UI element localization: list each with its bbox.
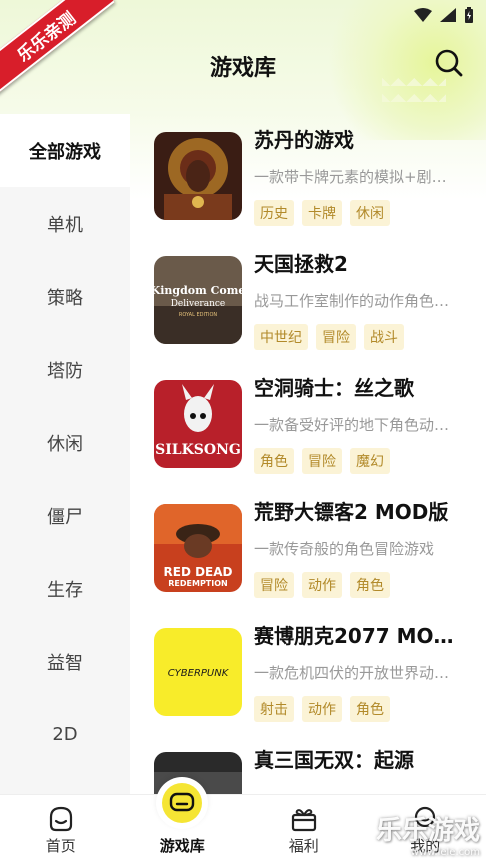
game-tag: 历史 xyxy=(254,200,294,226)
game-description: 一款带卡牌元素的模拟+剧… xyxy=(254,168,447,186)
game-tag: 动作 xyxy=(302,572,342,598)
nav-label: 福利 xyxy=(288,837,319,855)
cover-text-line1: CYBERPUNK xyxy=(168,668,230,679)
game-tag: 冒险 xyxy=(254,572,294,598)
cover-text-line1: Kingdom Come xyxy=(154,284,242,297)
game-tag: 冒险 xyxy=(302,448,342,474)
game-cover: Kingdom Come Deliverance ROYAL EDITION xyxy=(154,256,242,344)
game-description: 战马工作室制作的动作角色… xyxy=(254,292,450,310)
game-tags: 冒险 动作 角色 xyxy=(254,572,390,598)
game-tag: 角色 xyxy=(254,448,294,474)
game-tag: 角色 xyxy=(350,696,390,722)
game-tags: 历史 卡牌 休闲 xyxy=(254,200,390,226)
sidebar-item-casual[interactable]: 休闲 xyxy=(0,406,130,479)
game-tag: 战斗 xyxy=(364,324,404,350)
game-tag: 卡牌 xyxy=(302,200,342,226)
game-tag: 休闲 xyxy=(350,200,390,226)
game-cover xyxy=(154,132,242,220)
sidebar-item-label: 生存 xyxy=(47,579,83,601)
cover-text-line2: Deliverance xyxy=(171,299,226,309)
sidebar-item-label: 单机 xyxy=(47,214,83,236)
game-tags: 中世纪 冒险 战斗 xyxy=(254,324,404,350)
sidebar-item-label: 策略 xyxy=(47,287,83,309)
gift-icon xyxy=(291,809,316,832)
game-cover: CYBERPUNK xyxy=(154,628,242,716)
cover-text-line2: REDEMPTION xyxy=(168,579,227,588)
game-title: 苏丹的游戏 xyxy=(254,128,354,152)
game-tag: 中世纪 xyxy=(254,324,308,350)
cover-text-line1: RED DEAD xyxy=(164,565,233,579)
game-list-item[interactable]: Kingdom Come Deliverance ROYAL EDITION 天… xyxy=(154,238,474,350)
wifi-icon xyxy=(414,8,432,22)
sidebar-item-label: 僵尸 xyxy=(47,506,83,528)
game-title: 空洞骑士：丝之歌 xyxy=(254,376,414,400)
game-title: 荒野大镖客2 MOD版 xyxy=(254,500,449,524)
sidebar-item-all[interactable]: 全部游戏 xyxy=(0,114,130,187)
nav-label: 我的 xyxy=(410,837,441,855)
home-face-icon xyxy=(49,806,72,832)
page-title: 游戏库 xyxy=(209,56,276,81)
sidebar-item-label: 益智 xyxy=(47,652,83,674)
game-tag: 动作 xyxy=(302,696,342,722)
sidebar-item-zombie[interactable]: 僵尸 xyxy=(0,479,130,552)
profile-icon xyxy=(415,806,436,828)
game-description: 一款传奇般的角色冒险游戏 xyxy=(254,540,435,558)
bottom-navigation: 首页 游戏库 福利 我的 xyxy=(0,777,486,864)
nav-label: 游戏库 xyxy=(159,837,205,855)
sidebar-item-label: 休闲 xyxy=(47,433,83,455)
game-list-item[interactable]: RED DEAD REDEMPTION 荒野大镖客2 MOD版 一款传奇般的角色… xyxy=(154,486,474,598)
gamepad-icon xyxy=(170,792,195,812)
game-tag: 冒险 xyxy=(316,324,356,350)
cover-text-line3: ROYAL EDITION xyxy=(179,312,218,318)
nav-profile[interactable]: 我的 xyxy=(365,795,486,864)
game-list: 苏丹的游戏 一款带卡牌元素的模拟+剧… 历史 卡牌 休闲 Kingdom Com… xyxy=(130,114,486,794)
sidebar-item-2d[interactable]: 2D xyxy=(0,698,130,771)
game-title: 赛博朋克2077 MOD… xyxy=(254,624,464,648)
nav-welfare[interactable]: 福利 xyxy=(243,795,365,864)
battery-icon xyxy=(465,7,473,23)
search-button[interactable] xyxy=(434,48,464,78)
game-tag: 射击 xyxy=(254,696,294,722)
game-cover: SILKSONG xyxy=(154,380,242,468)
status-bar xyxy=(414,0,474,30)
sidebar-item-strategy[interactable]: 策略 xyxy=(0,260,130,333)
game-list-item[interactable]: SILKSONG 空洞骑士：丝之歌 一款备受好评的地下角色动… 角色 冒险 魔幻 xyxy=(154,362,474,474)
sidebar-item-survival[interactable]: 生存 xyxy=(0,552,130,625)
signal-icon xyxy=(440,8,456,22)
game-description: 一款备受好评的地下角色动… xyxy=(254,416,450,434)
game-description: 一款危机四伏的开放世界动… xyxy=(254,664,450,682)
game-tag: 角色 xyxy=(350,572,390,598)
sidebar-item-label: 全部游戏 xyxy=(29,141,101,163)
cover-text-line1: SILKSONG xyxy=(155,442,241,458)
sidebar-item-label: 塔防 xyxy=(47,360,83,382)
game-list-item[interactable]: 真三国无双：起源 xyxy=(154,734,474,794)
nav-active-indicator xyxy=(156,777,209,829)
search-icon xyxy=(435,49,463,77)
game-title: 真三国无双：起源 xyxy=(254,748,414,772)
game-list-item[interactable]: 苏丹的游戏 一款带卡牌元素的模拟+剧… 历史 卡牌 休闲 xyxy=(154,114,474,226)
nav-label: 首页 xyxy=(45,837,76,855)
game-cover: RED DEAD REDEMPTION xyxy=(154,504,242,592)
sidebar-item-label: 2D xyxy=(52,724,78,745)
nav-home[interactable]: 首页 xyxy=(0,795,122,864)
game-tags: 射击 动作 角色 xyxy=(254,696,390,722)
game-list-item[interactable]: CYBERPUNK 赛博朋克2077 MOD… 一款危机四伏的开放世界动… 射击… xyxy=(154,610,474,722)
nav-game-library[interactable]: 游戏库 xyxy=(122,777,244,864)
sidebar-item-tower-defense[interactable]: 塔防 xyxy=(0,333,130,406)
game-tags: 角色 冒险 魔幻 xyxy=(254,448,390,474)
category-sidebar: 全部游戏 单机 策略 塔防 休闲 僵尸 生存 益智 2D xyxy=(0,114,130,794)
sidebar-item-single[interactable]: 单机 xyxy=(0,187,130,260)
game-tag: 魔幻 xyxy=(350,448,390,474)
sidebar-item-puzzle[interactable]: 益智 xyxy=(0,625,130,698)
game-title: 天国拯救2 xyxy=(254,252,348,276)
